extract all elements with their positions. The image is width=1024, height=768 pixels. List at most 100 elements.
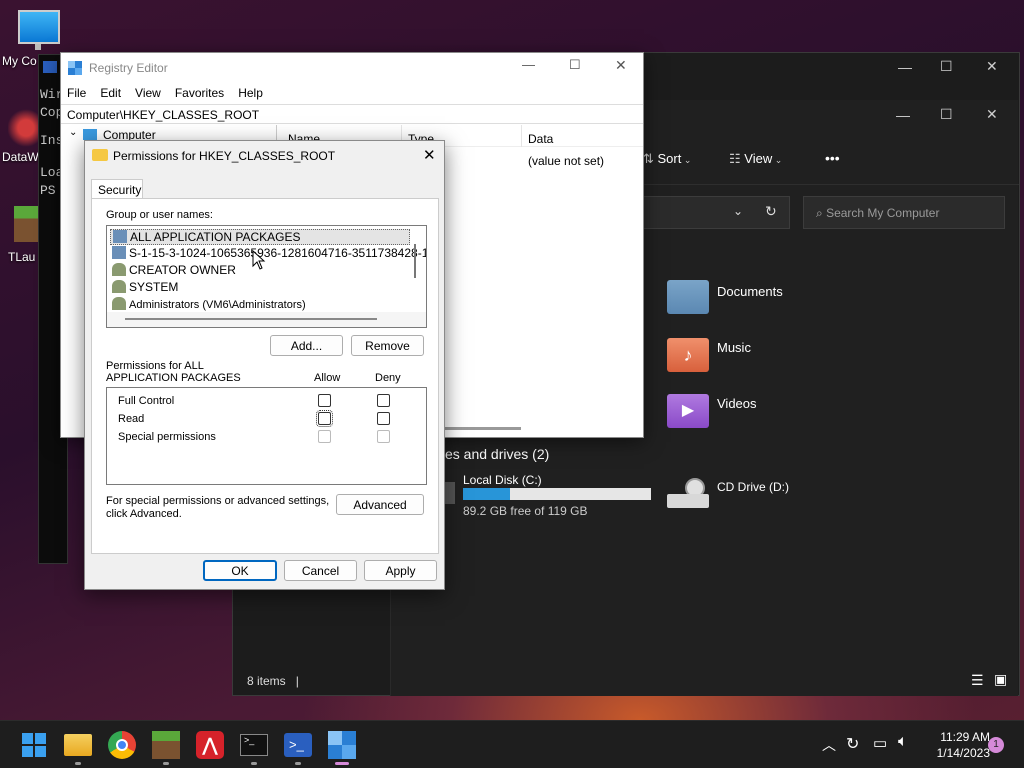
sort-button[interactable]: ⇅ Sort ⌄ [643,151,691,167]
cancel-button[interactable]: Cancel [284,560,357,581]
more-options-button[interactable]: ••• [825,150,840,166]
network-icon[interactable]: ▭ [873,734,887,752]
list-item[interactable]: SYSTEM [112,280,178,294]
volume-icon[interactable]: 🔈︎ [898,733,908,751]
clock[interactable]: 11:29 AM 1/14/2023 [920,729,990,761]
users-icon [112,297,126,310]
desktop-icon-label: DataW [2,150,39,164]
drive-c[interactable]: Local Disk (C:) 89.2 GB free of 119 GB [439,472,653,522]
terminal-line: PS [40,183,56,198]
column-data[interactable]: Data [528,132,553,146]
menu-edit[interactable]: Edit [100,86,121,100]
users-icon [112,280,126,293]
folder-icon [92,149,108,161]
address-bar[interactable]: ⌄ ↻ [643,196,790,229]
app-packages-icon [112,246,126,259]
view-button[interactable]: ☷ View ⌄ [729,151,782,167]
running-indicator [75,762,81,765]
drive-d[interactable]: CD Drive (D:) [667,472,837,512]
terminal-icon[interactable]: >_ [240,734,268,756]
full-control-allow-checkbox[interactable] [318,394,331,407]
special-deny-checkbox [377,430,390,443]
minimize-icon[interactable]: — [522,57,535,72]
read-deny-checkbox[interactable] [377,412,390,425]
file-explorer-icon[interactable] [64,734,92,756]
start-button[interactable] [20,731,48,759]
drives-section-header[interactable]: ces and drives (2) [438,446,549,462]
permissions-dialog[interactable]: Permissions for HKEY_CLASSES_ROOT ✕ Secu… [84,140,445,590]
read-allow-checkbox[interactable] [316,410,333,427]
close-icon[interactable]: ✕ [423,146,436,164]
view-icon: ☷ [729,151,745,166]
permissions-for-label: Permissions for ALL [106,360,204,372]
minimize-icon[interactable]: — [898,59,912,75]
sort-icon: ⇅ [643,151,658,166]
registry-icon [68,61,82,75]
list-item[interactable]: CREATOR OWNER [112,263,236,277]
maximize-icon[interactable]: ☐ [940,58,953,75]
app-packages-icon [113,230,127,243]
permission-full-control: Full Control [118,395,175,407]
close-icon[interactable]: ✕ [986,58,998,75]
minimize-icon[interactable]: — [896,107,910,123]
details-view-icon[interactable]: ☰ [971,672,984,689]
minecraft-icon[interactable] [152,731,180,759]
monitor-icon [18,10,60,44]
menu-help[interactable]: Help [238,86,263,100]
full-control-deny-checkbox[interactable] [377,394,390,407]
remove-button[interactable]: Remove [351,335,424,356]
permissions-list[interactable]: Full Control Read Special permissions [106,387,427,485]
powershell-icon[interactable]: >_ [284,733,312,757]
update-icon[interactable]: ↻ [846,734,859,754]
chevron-down-icon[interactable]: ⌄ [69,127,77,138]
list-item[interactable]: ALL APPLICATION PACKAGES [110,229,410,245]
tiles-view-icon[interactable]: ▣ [994,671,1007,688]
chevron-down-icon: ⌄ [772,155,783,165]
registry-editor-icon[interactable] [328,731,356,759]
close-icon[interactable]: ✕ [615,57,627,74]
apply-button[interactable]: Apply [364,560,437,581]
deny-header: Deny [375,372,401,384]
permission-read: Read [118,413,145,425]
chevron-down-icon[interactable]: ⌄ [733,204,743,218]
chrome-icon[interactable] [108,731,136,759]
permissions-for-label: APPLICATION PACKAGES [106,372,241,384]
horizontal-scrollbar[interactable] [441,427,521,430]
allow-header: Allow [314,372,341,384]
running-indicator [163,762,169,765]
address-bar[interactable]: Computer\HKEY_CLASSES_ROOT [61,104,643,124]
special-permissions-text: For special permissions or advanced sett… [106,495,330,507]
permission-special: Special permissions [118,431,216,443]
search-input[interactable]: ⌕ Search My Computer [803,196,1005,229]
horizontal-scrollbar[interactable] [107,312,426,327]
disk-usage-bar [463,488,651,500]
notification-badge[interactable]: 1 [988,737,1004,753]
clock-time: 11:29 AM [940,730,990,744]
desktop-icon-datawrangler[interactable]: DataW [2,108,44,164]
refresh-icon[interactable]: ↻ [765,203,777,220]
menu-favorites[interactable]: Favorites [175,86,224,100]
menu-view[interactable]: View [135,86,161,100]
tab-security[interactable]: Security [91,179,143,199]
maximize-icon[interactable]: ☐ [569,57,581,73]
list-item[interactable]: Administrators (VM6\Administrators) [112,297,306,311]
avira-icon[interactable]: ⋀ [196,731,224,759]
disk-usage-fill [463,488,510,500]
advanced-button[interactable]: Advanced [336,494,424,515]
menu-file[interactable]: File [67,86,86,100]
taskbar: ⋀ >_ >_ ︿ ↻ ▭ 🔈︎ 11:29 AM 1/14/2023 1 [0,720,1024,768]
special-allow-checkbox [318,430,331,443]
ok-button[interactable]: OK [203,560,277,581]
user-list[interactable]: ALL APPLICATION PACKAGES S-1-15-3-1024-1… [106,225,427,328]
vertical-scrollbar[interactable] [414,244,416,278]
close-icon[interactable]: ✕ [986,106,998,123]
running-indicator [251,762,257,765]
item-count: 8 items [247,674,286,688]
list-item[interactable]: S-1-15-3-1024-1065365936-1281604716-3511… [112,246,426,260]
documents-folder-icon [667,280,709,314]
search-icon: ⌕ [816,206,827,220]
chevron-up-icon[interactable]: ︿ [822,735,836,755]
add-button[interactable]: Add... [270,335,343,356]
maximize-icon[interactable]: ☐ [940,106,953,123]
users-icon [112,263,126,276]
